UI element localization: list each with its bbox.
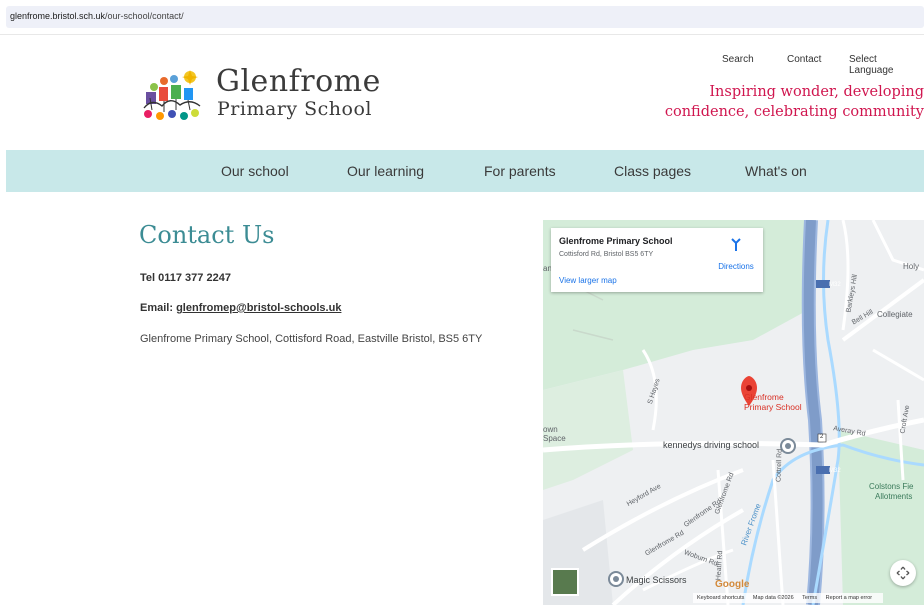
directions-label: Directions: [718, 262, 754, 271]
address-bar[interactable]: glenfrome.bristol.sch.uk/our-school/cont…: [6, 6, 924, 28]
map-card-title: Glenfrome Primary School: [559, 236, 673, 246]
logo-school-subtitle: Primary School: [217, 98, 372, 120]
label-road-2: 2: [820, 434, 824, 440]
satellite-toggle-button[interactable]: [551, 568, 579, 596]
email-line: Email: glenfromep@bristol-schools.uk: [140, 302, 341, 314]
school-address: Glenfrome Primary School, Cottisford Roa…: [140, 333, 483, 345]
tagline-line-1: Inspiring wonder, developing: [709, 84, 924, 100]
tagline: Inspiring wonder, developing confidence,…: [665, 82, 924, 122]
url-path: /our-school/contact/: [105, 11, 184, 21]
main-nav: Our school Our learning For parents Clas…: [6, 150, 924, 192]
directions-icon: [731, 238, 741, 251]
map-footer: Keyboard shortcuts Map data ©2026 Terms …: [693, 593, 884, 603]
label-own: own: [543, 425, 558, 434]
select-language-link[interactable]: Select Language: [849, 54, 924, 76]
divider: [0, 34, 924, 35]
email-link[interactable]: glenfromep@bristol-schools.uk: [176, 302, 341, 314]
google-map-embed[interactable]: M32 M32 2 an Holy Collegiate own Space S…: [543, 220, 924, 605]
email-label: Email:: [140, 302, 177, 314]
label-m32-a: M32: [829, 282, 841, 288]
nav-for-parents[interactable]: For parents: [484, 163, 556, 179]
map-pin-label[interactable]: Glenfrome Primary School: [744, 392, 802, 412]
page-title: Contact Us: [139, 221, 275, 249]
poi-kennedys-driving-school[interactable]: kennedys driving school: [663, 440, 759, 450]
view-larger-map-link[interactable]: View larger map: [559, 276, 617, 285]
tagline-line-2: confidence, celebrating community: [664, 104, 924, 120]
nav-our-learning[interactable]: Our learning: [347, 163, 424, 179]
telephone-number: Tel 0117 377 2247: [140, 272, 231, 284]
url-host: glenfrome.bristol.sch.uk: [10, 11, 106, 21]
search-link[interactable]: Search: [722, 54, 754, 65]
nav-our-school[interactable]: Our school: [221, 163, 289, 179]
keyboard-shortcuts-link[interactable]: Keyboard shortcuts: [697, 595, 744, 601]
label-allotments: Allotments: [875, 492, 913, 501]
map-card-address: Cottisford Rd, Bristol BS5 6TY: [559, 251, 654, 258]
terms-link[interactable]: Terms: [802, 595, 817, 601]
nav-whats-on[interactable]: What's on: [745, 163, 807, 179]
logo-school-name: Glenfrome: [216, 64, 381, 99]
label-m32-b: M32: [829, 468, 841, 474]
label-holy: Holy: [903, 262, 920, 271]
google-logo: Google: [715, 579, 750, 590]
recenter-button[interactable]: [890, 560, 916, 586]
label-cottrell-rd: Cottrell Rd: [775, 448, 784, 483]
poi-magic-scissors[interactable]: Magic Scissors: [626, 575, 687, 585]
label-collegiate: Collegiate: [877, 310, 913, 319]
nav-class-pages[interactable]: Class pages: [614, 163, 691, 179]
report-map-error-link[interactable]: Report a map error: [826, 595, 872, 601]
recenter-icon: [896, 566, 910, 580]
label-space: Space: [543, 434, 566, 443]
map-info-card: Glenfrome Primary School Cottisford Rd, …: [551, 228, 763, 292]
pin-label-line-1: Glenfrome: [744, 392, 784, 402]
contact-link[interactable]: Contact: [787, 54, 821, 65]
pin-label-line-2: Primary School: [744, 402, 802, 412]
school-logo[interactable]: Glenfrome Primary School: [140, 64, 400, 126]
label-colstons-fie: Colstons Fie: [869, 482, 914, 491]
children-illustration-icon: [143, 70, 201, 120]
map-data-text: Map data ©2026: [752, 595, 794, 601]
address-bar-text: glenfrome.bristol.sch.uk/our-school/cont…: [10, 11, 184, 21]
directions-button[interactable]: Directions: [713, 236, 759, 271]
